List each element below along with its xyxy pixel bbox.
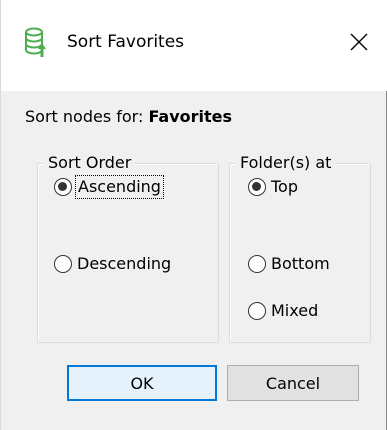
- ok-button[interactable]: OK: [67, 365, 217, 401]
- radio-ascending-label: Ascending: [75, 175, 164, 199]
- sort-order-group: Sort Order Ascending Descending: [37, 153, 219, 343]
- radio-top[interactable]: Top: [248, 177, 298, 197]
- prompt-label: Sort nodes for:: [25, 107, 149, 126]
- radio-mixed[interactable]: Mixed: [248, 301, 318, 321]
- close-icon: [350, 33, 368, 51]
- radio-mixed-indicator[interactable]: [248, 302, 266, 320]
- prompt-target: Favorites: [148, 107, 233, 126]
- dialog-title: Sort Favorites: [67, 32, 185, 52]
- radio-descending-label: Descending: [77, 254, 172, 273]
- sort-order-label: Sort Order: [44, 153, 136, 173]
- radio-descending[interactable]: Descending: [54, 254, 171, 274]
- sort-favorites-dialog: Sort Favorites Sort nodes for: Favorites…: [0, 0, 387, 430]
- radio-descending-indicator[interactable]: [54, 255, 72, 273]
- radio-bottom-indicator[interactable]: [248, 255, 266, 273]
- cancel-button[interactable]: Cancel: [227, 365, 359, 401]
- sort-favorites-icon: [24, 25, 48, 59]
- folders-at-label: Folder(s) at: [236, 153, 336, 173]
- radio-mixed-label: Mixed: [271, 301, 319, 320]
- radio-top-label: Top: [271, 177, 298, 196]
- close-button[interactable]: [341, 24, 377, 60]
- radio-bottom[interactable]: Bottom: [248, 254, 330, 274]
- radio-ascending[interactable]: Ascending: [54, 175, 164, 199]
- title-bar[interactable]: Sort Favorites: [1, 0, 387, 91]
- radio-ascending-indicator[interactable]: [54, 178, 72, 196]
- radio-bottom-label: Bottom: [271, 254, 330, 273]
- radio-top-indicator[interactable]: [248, 178, 266, 196]
- folders-at-group: Folder(s) at Top Bottom Mixed: [229, 153, 371, 343]
- sort-prompt: Sort nodes for: Favorites: [25, 107, 232, 127]
